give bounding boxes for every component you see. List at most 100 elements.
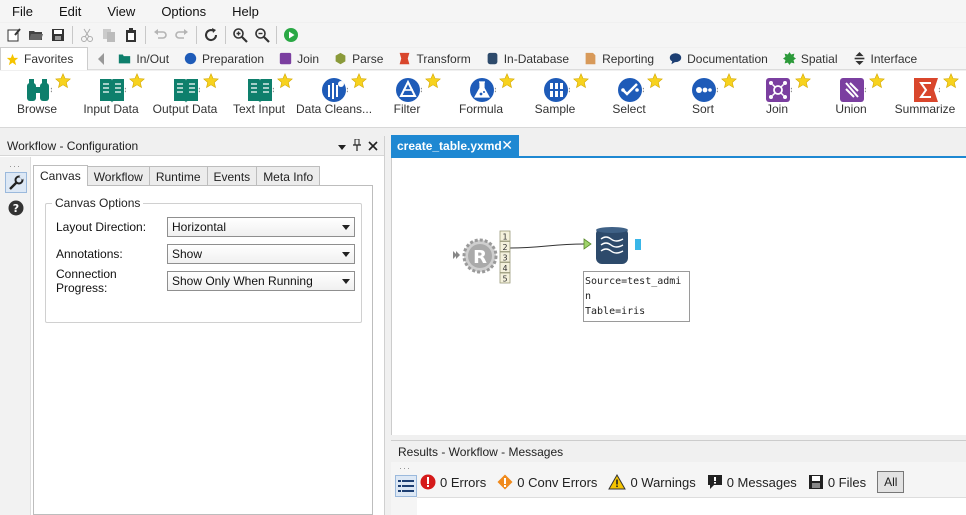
palette-tool-output-data[interactable]: Output Data xyxy=(148,73,222,125)
favorite-star-icon[interactable] xyxy=(499,73,515,89)
dropdown-arrow-icon[interactable] xyxy=(338,140,346,154)
refresh-icon[interactable] xyxy=(200,24,222,46)
new-workflow-icon[interactable] xyxy=(3,24,25,46)
redo-icon[interactable] xyxy=(171,24,193,46)
zoom-in-icon[interactable] xyxy=(229,24,251,46)
tab-events[interactable]: Events xyxy=(206,166,258,186)
favorite-star-icon[interactable] xyxy=(573,73,589,89)
tab-inout[interactable]: In/Out xyxy=(112,48,178,70)
palette-tool-select[interactable]: Select xyxy=(592,73,666,125)
close-icon[interactable] xyxy=(368,140,378,154)
help-icon[interactable]: ? xyxy=(5,197,27,218)
tab-favorites[interactable]: Favorites xyxy=(0,47,89,70)
menu-help[interactable]: Help xyxy=(219,4,272,19)
menu-bar: File Edit View Options Help xyxy=(0,0,966,22)
tab-documentation[interactable]: Documentation xyxy=(663,48,777,70)
scroll-left-icon[interactable] xyxy=(93,48,109,70)
tab-meta-info[interactable]: Meta Info xyxy=(256,166,321,186)
favorite-star-icon[interactable] xyxy=(647,73,663,89)
select-value: Horizontal xyxy=(172,220,227,234)
tab-transform[interactable]: Transform xyxy=(392,48,479,70)
open-folder-icon[interactable] xyxy=(25,24,47,46)
annotation-line: Source=test_admi xyxy=(585,276,682,287)
tab-canvas[interactable]: Canvas xyxy=(33,165,88,186)
favorite-star-icon[interactable] xyxy=(351,73,367,89)
favorite-star-icon[interactable] xyxy=(55,73,71,89)
palette-tool-union[interactable]: Union xyxy=(814,73,888,125)
files-filter[interactable]: 0 Files xyxy=(808,474,866,490)
cut-icon[interactable] xyxy=(76,24,98,46)
favorite-star-icon[interactable] xyxy=(203,73,219,89)
palette-tool-summarize[interactable]: Summarize xyxy=(888,73,962,125)
wrench-icon[interactable] xyxy=(5,172,27,193)
connection-progress-select[interactable]: Show Only When Running xyxy=(167,271,355,291)
database-icon xyxy=(487,52,498,65)
tab-join[interactable]: Join xyxy=(273,48,328,70)
errors-label: 0 Errors xyxy=(440,474,487,490)
palette-tool-input-data[interactable]: Input Data xyxy=(74,73,148,125)
favorite-star-icon[interactable] xyxy=(721,73,737,89)
select-value: Show xyxy=(172,247,203,261)
zoom-out-icon[interactable] xyxy=(251,24,273,46)
pin-icon[interactable] xyxy=(352,138,362,154)
tab-runtime[interactable]: Runtime xyxy=(148,166,208,186)
menu-edit[interactable]: Edit xyxy=(46,4,94,19)
messages-label: 0 Messages xyxy=(726,474,797,490)
tab-reporting[interactable]: Reporting xyxy=(578,48,663,70)
warnings-filter[interactable]: 0 Warnings xyxy=(608,474,696,490)
palette-tool-filter[interactable]: Filter xyxy=(370,73,444,125)
palette-tool-label: Formula xyxy=(458,102,503,116)
undo-icon[interactable] xyxy=(149,24,171,46)
layout-direction-select[interactable]: Horizontal xyxy=(167,217,355,237)
palette-tool-label: Text Input xyxy=(232,102,286,116)
errors-filter[interactable]: 0 Errors xyxy=(420,474,486,490)
favorite-star-icon[interactable] xyxy=(943,73,959,89)
list-view-icon[interactable] xyxy=(395,475,417,497)
favorite-star-icon[interactable] xyxy=(425,73,441,89)
palette-tool-sample[interactable]: Sample xyxy=(518,73,592,125)
tab-parse[interactable]: Parse xyxy=(328,48,392,70)
palette-tool-formula[interactable]: Formula xyxy=(444,73,518,125)
messages-filter[interactable]: 0 Messages xyxy=(707,474,797,490)
menu-options[interactable]: Options xyxy=(148,4,219,19)
document-tab-title: create_table.yxmd xyxy=(397,138,502,153)
run-icon[interactable] xyxy=(280,24,302,46)
palette-tool-join[interactable]: Join xyxy=(740,73,814,125)
menu-view[interactable]: View xyxy=(94,4,148,19)
sample-icon xyxy=(542,75,572,105)
menu-file[interactable]: File xyxy=(0,4,46,19)
results-header: Results - Workflow - Messages xyxy=(391,440,966,462)
save-icon[interactable] xyxy=(47,24,69,46)
tab-spatial[interactable]: Spatial xyxy=(777,48,847,70)
palette-tool-sort[interactable]: Sort xyxy=(666,73,740,125)
favorite-star-icon[interactable] xyxy=(129,73,145,89)
all-filter-button[interactable]: All xyxy=(877,471,905,493)
config-body: Canvas Options Layout Direction: Horizon… xyxy=(33,185,373,515)
error-icon xyxy=(420,474,436,490)
select-icon xyxy=(616,75,646,105)
palette-tool-browse[interactable]: Browse xyxy=(0,73,74,125)
annotations-select[interactable]: Show xyxy=(167,244,355,264)
paste-icon[interactable] xyxy=(120,24,142,46)
copy-icon[interactable] xyxy=(98,24,120,46)
tab-interface[interactable]: Interface xyxy=(847,48,927,70)
favorite-star-icon[interactable] xyxy=(869,73,885,89)
tab-workflow[interactable]: Workflow xyxy=(86,166,150,186)
palette-tool-label: Input Data xyxy=(83,102,139,116)
document-tab[interactable]: create_table.yxmd ✕ xyxy=(391,135,519,156)
output-anchor-label: 3 xyxy=(502,254,507,263)
connection-line xyxy=(509,243,585,249)
tab-preparation[interactable]: Preparation xyxy=(178,48,273,70)
favorite-star-icon[interactable] xyxy=(795,73,811,89)
close-tab-icon[interactable]: ✕ xyxy=(501,137,513,154)
tab-label: Spatial xyxy=(800,51,838,66)
palette-tool-text-input[interactable]: Text Input xyxy=(222,73,296,125)
transform-icon xyxy=(400,52,410,65)
favorite-star-icon[interactable] xyxy=(277,73,293,89)
tab-label: In/Out xyxy=(136,51,170,66)
palette-tool-label: Output Data xyxy=(152,102,218,116)
workflow-canvas[interactable]: R 12 34 5 Source=test_admi n Table=iris xyxy=(391,158,966,435)
tab-in-database[interactable]: In-Database xyxy=(480,48,578,70)
palette-tool-data-cleans[interactable]: Data Cleans... xyxy=(296,73,372,125)
conv-errors-filter[interactable]: 0 Conv Errors xyxy=(497,474,597,490)
